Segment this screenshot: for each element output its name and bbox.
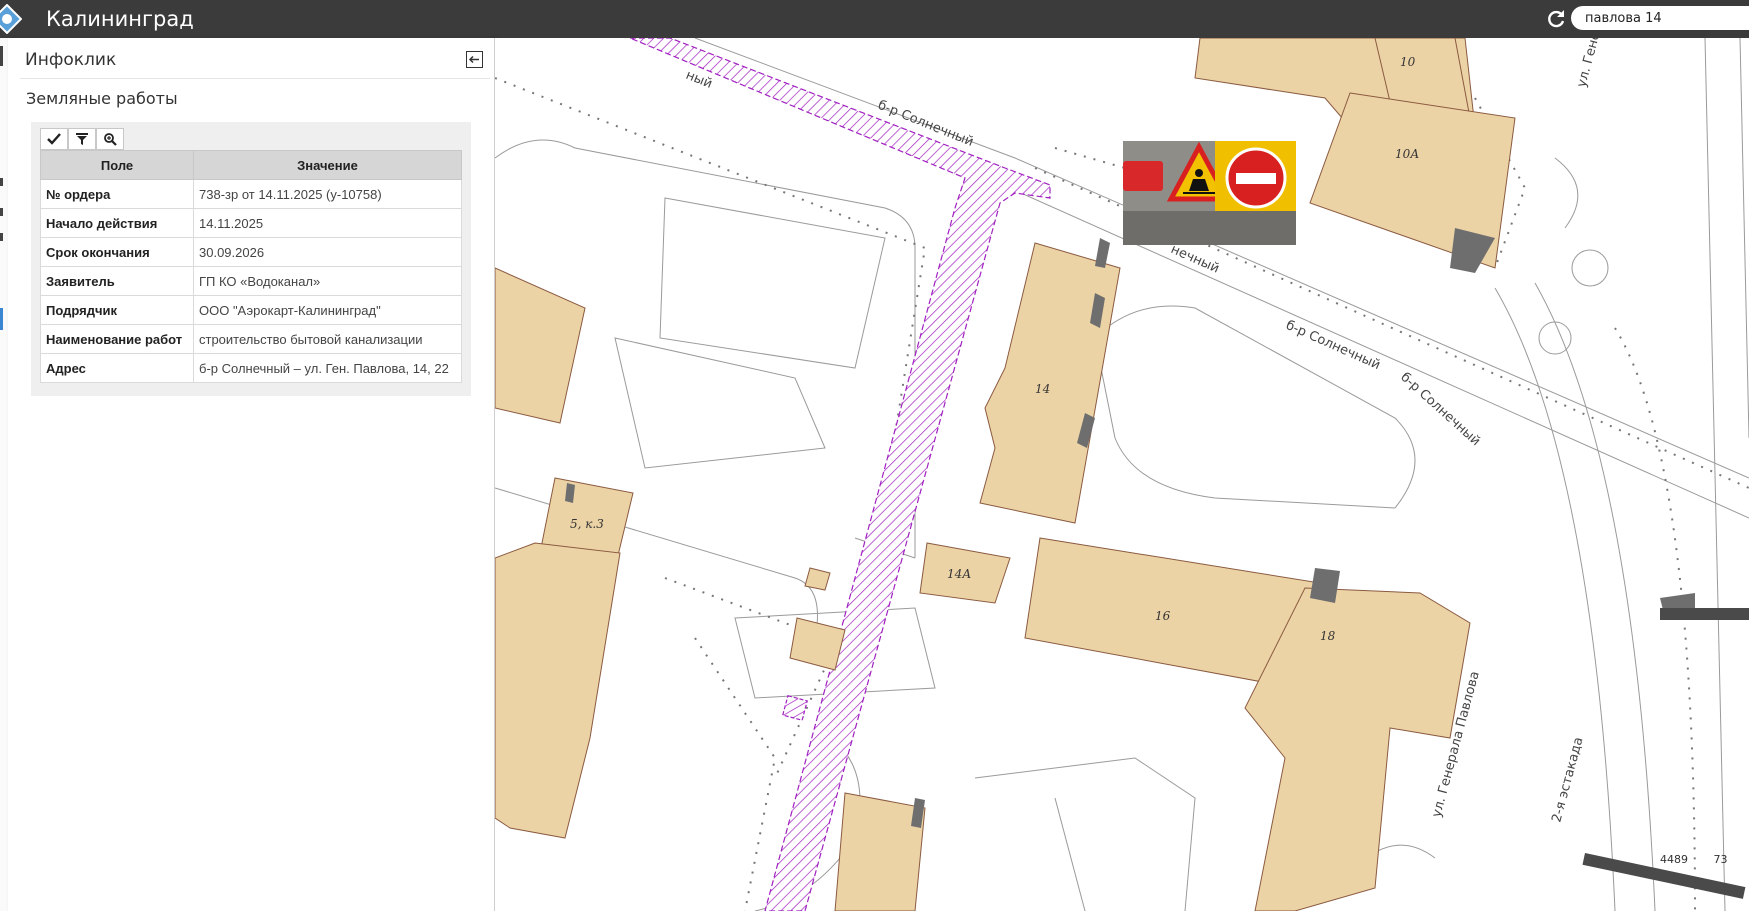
strip-marker[interactable] xyxy=(0,208,3,216)
logo-icon[interactable] xyxy=(0,4,22,34)
building[interactable] xyxy=(495,542,621,839)
zoom-icon xyxy=(103,132,117,146)
zoom-button[interactable] xyxy=(96,128,124,150)
building-number: 10А xyxy=(1395,147,1419,161)
row-value: б-р Солнечный – ул. Ген. Павлова, 14, 22 xyxy=(193,353,462,383)
map-layer: 10 10А 14 14А 5, к.3 16 18 б-р Солнечный… xyxy=(495,38,1749,911)
collapse-panel-icon[interactable] xyxy=(466,51,483,68)
table-row: Подрядчик ООО "Аэрокарт-Калининград" xyxy=(40,295,462,325)
row-field: Подрядчик xyxy=(40,295,194,325)
building-annex xyxy=(565,228,1695,828)
layer-title: Земляные работы xyxy=(26,89,178,108)
table-row: № ордера 738-зр от 14.11.2025 (у-10758) xyxy=(40,179,462,209)
building-number: 14 xyxy=(1035,382,1050,396)
app-title: Калининград xyxy=(46,7,194,31)
map-canvas[interactable]: 10 10А 14 14А 5, к.3 16 18 б-р Солнечный… xyxy=(495,38,1749,911)
table-row: Заявитель ГП КО «Водоканал» xyxy=(40,266,462,296)
strip-marker[interactable] xyxy=(0,178,3,186)
stop-box xyxy=(1660,608,1749,620)
earthworks-zone[interactable] xyxy=(629,38,1051,911)
row-field: Адрес xyxy=(40,353,194,383)
row-value: 738-зр от 14.11.2025 (у-10758) xyxy=(193,179,462,209)
divider xyxy=(20,78,490,79)
strip-active-marker[interactable] xyxy=(0,308,3,330)
row-field: Срок окончания xyxy=(40,237,194,267)
building-number: 5, к.3 xyxy=(570,517,604,531)
check-button[interactable] xyxy=(40,128,68,150)
row-value: строительство бытовой канализации xyxy=(193,324,462,354)
table-row: Наименование работ строительство бытовой… xyxy=(40,324,462,354)
roadwork-photo[interactable] xyxy=(1123,141,1296,245)
row-field: Наименование работ xyxy=(40,324,194,354)
column-header-field: Поле xyxy=(40,150,194,180)
roadwork-sign-image xyxy=(1123,141,1296,245)
panel-title: Инфоклик xyxy=(25,50,117,70)
row-value: ГП КО «Водоканал» xyxy=(193,266,462,296)
row-field: Заявитель xyxy=(40,266,194,296)
building-number: 18 xyxy=(1320,629,1336,643)
building-number: 16 xyxy=(1155,609,1171,623)
scale-labels: 4489 73 xyxy=(1660,853,1728,866)
filter-icon xyxy=(76,133,88,145)
earthworks-zone[interactable] xyxy=(782,695,808,721)
table-header-row: Поле Значение xyxy=(40,150,462,180)
attribute-card: Поле Значение № ордера 738-зр от 14.11.2… xyxy=(31,122,471,396)
row-field: Начало действия xyxy=(40,208,194,238)
scale-label: 4489 xyxy=(1660,853,1688,866)
street-label: нечный xyxy=(1168,242,1221,277)
building[interactable] xyxy=(834,792,926,911)
filter-button[interactable] xyxy=(68,128,96,150)
table-row: Начало действия 14.11.2025 xyxy=(40,208,462,238)
check-icon xyxy=(47,133,61,145)
strip-marker[interactable] xyxy=(0,46,3,66)
street-label: ул. Генера xyxy=(1574,38,1607,89)
street-label: б-р Солнечный xyxy=(1397,370,1483,449)
row-field: № ордера xyxy=(40,179,194,209)
building[interactable] xyxy=(789,617,846,671)
attribute-table: Поле Значение № ордера 738-зр от 14.11.2… xyxy=(40,150,462,383)
scale-label: 73 xyxy=(1713,853,1728,866)
table-row: Срок окончания 30.09.2026 xyxy=(40,237,462,267)
building-number: 10 xyxy=(1400,55,1416,69)
refresh-icon[interactable] xyxy=(1545,8,1567,30)
row-value: 14.11.2025 xyxy=(193,208,462,238)
table-row: Адрес б-р Солнечный – ул. Ген. Павлова, … xyxy=(40,353,462,383)
building[interactable] xyxy=(804,567,831,591)
search-input[interactable] xyxy=(1571,6,1749,30)
column-header-value: Значение xyxy=(193,150,462,180)
building[interactable] xyxy=(495,267,586,424)
top-bar: Калининград xyxy=(0,0,1749,38)
strip-marker[interactable] xyxy=(0,233,3,241)
row-value: 30.09.2026 xyxy=(193,237,462,267)
street-label: 2-я эстакада xyxy=(1549,736,1586,824)
row-value: ООО "Аэрокарт-Калининград" xyxy=(193,295,462,325)
infoclick-panel: Инфоклик Земляные работы Поле Значение №… xyxy=(8,38,495,911)
building-number: 14А xyxy=(947,567,971,581)
